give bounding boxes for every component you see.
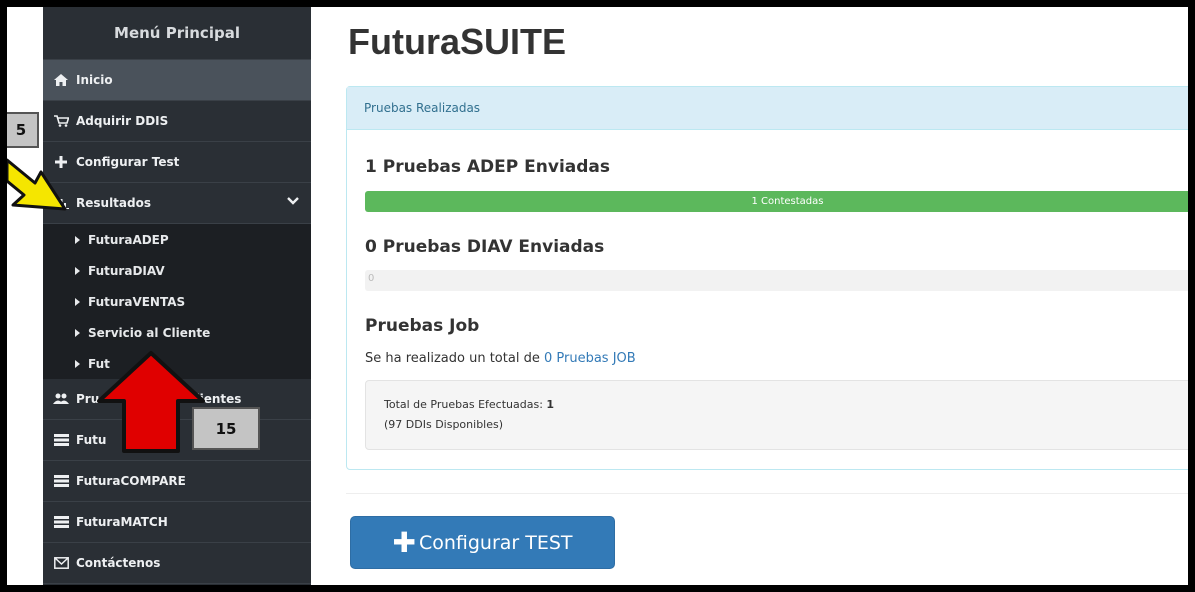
- yellow-arrow: [7, 158, 67, 211]
- callout-5: 5: [7, 112, 39, 148]
- screenshot-frame: Menú Principal Inicio Adquirir DDIS Conf…: [7, 7, 1188, 585]
- annotation-overlay: [7, 158, 205, 453]
- red-arrow: [97, 351, 205, 453]
- callout-15: 15: [192, 407, 260, 450]
